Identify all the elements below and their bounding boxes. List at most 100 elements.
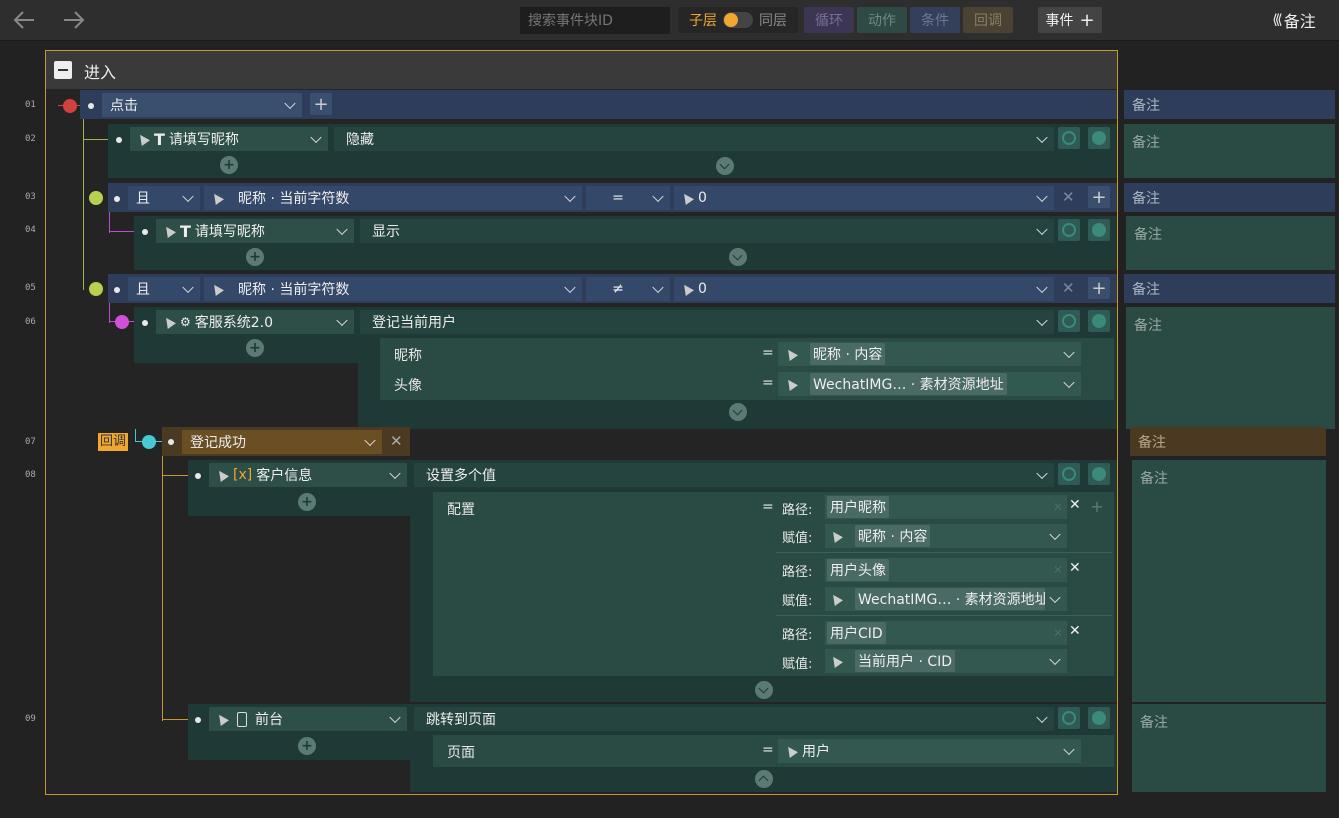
remove-item-icon[interactable]: ✕: [1069, 560, 1081, 576]
param-value-select[interactable]: WechatIMG… · 素材资源地址: [778, 372, 1081, 396]
expand-icon[interactable]: [755, 681, 773, 699]
search-input[interactable]: [520, 7, 670, 34]
refresh-icon[interactable]: [1058, 127, 1080, 149]
expand-icon[interactable]: [729, 248, 747, 266]
notes-button-label: 备注: [1283, 12, 1316, 31]
note-header: 备注: [1124, 274, 1335, 303]
assign-label: 赋值:: [782, 531, 813, 546]
note-input[interactable]: 备注: [1124, 124, 1335, 178]
path-input[interactable]: 用户CID ✕: [825, 621, 1067, 645]
callback-node-icon: [142, 435, 156, 449]
add-subaction-icon[interactable]: +: [246, 339, 264, 357]
remove-item-icon[interactable]: ✕: [1069, 623, 1081, 639]
clock-icon[interactable]: [1088, 310, 1110, 332]
phone-icon: [237, 711, 247, 727]
tag-action[interactable]: 动作: [857, 7, 907, 33]
layer-toggle[interactable]: 子层 同层: [678, 7, 798, 33]
tag-callback[interactable]: 回调: [963, 7, 1013, 33]
collapse-block-icon[interactable]: [54, 61, 72, 79]
path-input[interactable]: 用户昵称 ✕: [825, 495, 1067, 519]
expand-icon[interactable]: [729, 403, 747, 421]
note-input[interactable]: 备注: [1132, 460, 1326, 702]
assign-select[interactable]: 当前用户 · CID: [825, 649, 1067, 673]
event-button-label: 事件: [1045, 13, 1074, 29]
expand-icon[interactable]: [716, 157, 734, 175]
add-item-button[interactable]: +: [1086, 495, 1108, 517]
toggle-right-label: 同层: [759, 13, 787, 29]
plugin-icon: ⚙: [180, 315, 191, 329]
cursor-icon: [680, 191, 694, 205]
condition-node-icon: [89, 282, 103, 296]
right-operand-select[interactable]: 0: [674, 277, 1054, 301]
clock-icon[interactable]: [1088, 127, 1110, 149]
add-subaction-icon[interactable]: +: [298, 493, 316, 511]
add-subaction-icon[interactable]: +: [246, 248, 264, 266]
target-select[interactable]: [x] 客户信息: [209, 463, 407, 487]
cursor-icon: [136, 132, 150, 146]
back-arrow-icon[interactable]: [12, 8, 38, 32]
refresh-icon[interactable]: [1058, 219, 1080, 241]
notes-toggle-button[interactable]: ⟨⟨⟨ 备注: [1264, 7, 1324, 33]
action-select[interactable]: 跳转到页面: [414, 707, 1054, 731]
clock-icon[interactable]: [1088, 707, 1110, 729]
left-operand-select[interactable]: 昵称 · 当前字符数: [204, 277, 582, 301]
remove-callback-icon[interactable]: ✕: [390, 432, 403, 450]
note-header: 备注: [1124, 183, 1335, 212]
refresh-icon[interactable]: [1058, 707, 1080, 729]
event-select[interactable]: 点击: [102, 93, 302, 117]
target-select[interactable]: ⚙ 客服系统2.0: [156, 310, 354, 334]
collapse-icon[interactable]: [755, 770, 773, 788]
assign-label: 赋值:: [782, 657, 813, 672]
assign-select[interactable]: 昵称 · 内容: [825, 524, 1067, 548]
remove-condition-icon[interactable]: ✕: [1062, 279, 1075, 297]
add-condition-button[interactable]: +: [1088, 186, 1110, 208]
cursor-icon: [162, 224, 176, 238]
add-condition-button[interactable]: +: [310, 93, 332, 115]
clear-icon[interactable]: ✕: [1053, 563, 1063, 577]
clear-icon[interactable]: ✕: [1053, 500, 1063, 514]
assign-label: 赋值:: [782, 594, 813, 609]
target-select[interactable]: T 请填写昵称: [130, 127, 328, 151]
clock-icon[interactable]: [1088, 463, 1110, 485]
clock-icon[interactable]: [1088, 219, 1110, 241]
add-subaction-icon[interactable]: +: [298, 737, 316, 755]
target-select[interactable]: 前台: [209, 707, 407, 731]
tag-loop[interactable]: 循环: [804, 7, 854, 33]
operator-select[interactable]: =: [586, 186, 670, 210]
action-select[interactable]: 登记当前用户: [360, 310, 1054, 334]
path-input[interactable]: 用户头像 ✕: [825, 558, 1067, 582]
toggle-switch[interactable]: [723, 12, 753, 28]
add-subaction-icon[interactable]: +: [220, 156, 238, 174]
action-select[interactable]: 设置多个值: [414, 463, 1054, 487]
block-header: [46, 51, 1117, 89]
row-number: 07: [25, 437, 36, 447]
note-input[interactable]: 备注: [1126, 216, 1335, 270]
param-value-select[interactable]: 昵称 · 内容: [778, 342, 1081, 366]
add-condition-button[interactable]: +: [1088, 277, 1110, 299]
note-input[interactable]: 备注: [1126, 307, 1335, 429]
note-input[interactable]: 备注: [1132, 704, 1326, 792]
clear-icon[interactable]: ✕: [1053, 626, 1063, 640]
target-select[interactable]: T 请填写昵称: [156, 219, 354, 243]
action-select[interactable]: 显示: [360, 219, 1054, 243]
assign-select[interactable]: WechatIMG… · 素材资源地址: [825, 587, 1067, 611]
remove-item-icon[interactable]: ✕: [1069, 497, 1081, 513]
equals-sign: =: [762, 375, 774, 391]
refresh-icon[interactable]: [1058, 310, 1080, 332]
row-number: 04: [25, 225, 36, 235]
operator-select[interactable]: ≠: [586, 277, 670, 301]
action-select[interactable]: 隐藏: [334, 127, 1054, 151]
tag-condition[interactable]: 条件: [910, 7, 960, 33]
forward-arrow-icon[interactable]: [60, 8, 86, 32]
param-label: 页面: [447, 745, 475, 761]
refresh-icon[interactable]: [1058, 463, 1080, 485]
add-event-button[interactable]: 事件 +: [1038, 7, 1102, 33]
remove-condition-icon[interactable]: ✕: [1062, 188, 1075, 206]
right-operand-select[interactable]: 0: [674, 186, 1054, 210]
row-number: 08: [25, 470, 36, 480]
logic-select[interactable]: 且: [128, 277, 200, 301]
param-value-select[interactable]: 用户: [778, 739, 1081, 763]
logic-select[interactable]: 且: [128, 186, 200, 210]
left-operand-select[interactable]: 昵称 · 当前字符数: [204, 186, 582, 210]
callback-select[interactable]: 登记成功: [182, 430, 382, 454]
